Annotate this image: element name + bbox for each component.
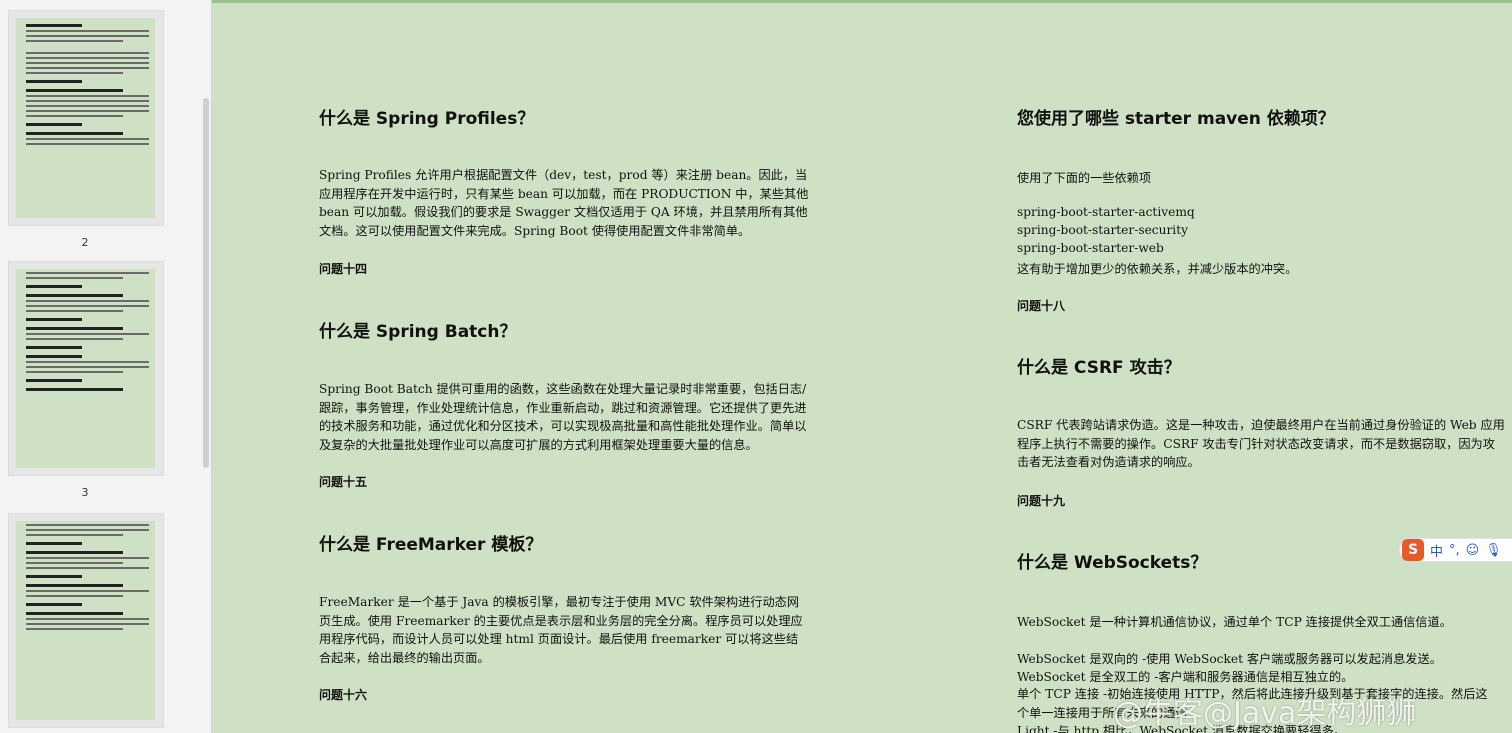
deps-summary: 这有助于增加更少的依赖关系，并减少版本的冲突。	[1017, 262, 1298, 276]
dependency-item: spring-boot-starter-activemq	[1017, 205, 1195, 219]
question-label-16: 问题十六	[319, 688, 368, 702]
page-edge	[212, 0, 1512, 3]
sogou-ime-icon[interactable]: S	[1402, 539, 1424, 561]
question-label-14: 问题十四	[319, 262, 368, 276]
heading-spring-batch: 什么是 Spring Batch？	[319, 322, 517, 342]
document-view: 什么是 Spring Profiles？ Spring Profiles 允许用…	[212, 0, 1512, 733]
thumbnail-preview	[16, 521, 155, 720]
dependency-item: spring-boot-starter-web	[1017, 241, 1164, 255]
page-number-3: 3	[81, 486, 89, 499]
paragraph-spring-batch: Spring Boot Batch 提供可重用的函数，这些函数在处理大量记录时非…	[319, 382, 807, 452]
ime-punctuation-toggle[interactable]: °,	[1449, 543, 1460, 558]
paragraph-freemarker: FreeMarker 是一个基于 Java 的模板引擎，最初专注于使用 MVC …	[319, 595, 803, 665]
websocket-point: WebSocket 是双向的 -使用 WebSocket 客户端或服务器可以发起…	[1017, 652, 1442, 666]
page-thumbnail-3[interactable]	[8, 261, 164, 476]
heading-freemarker: 什么是 FreeMarker 模板？	[319, 535, 543, 555]
deps-intro: 使用了下面的一些依赖项	[1017, 171, 1152, 185]
emoji-icon[interactable]: ☺	[1466, 543, 1480, 558]
page-thumbnail-2[interactable]	[8, 10, 164, 226]
question-label-19: 问题十九	[1017, 494, 1066, 508]
question-label-15: 问题十五	[319, 475, 368, 489]
heading-websockets: 什么是 WebSockets？	[1017, 553, 1208, 573]
thumbnail-preview	[16, 18, 155, 218]
ime-mode-toggle[interactable]: 中	[1430, 541, 1443, 560]
websocket-definition: WebSocket 是一种计算机通信协议，通过单个 TCP 连接提供全双工通信信…	[1017, 615, 1452, 629]
question-label-18: 问题十八	[1017, 299, 1066, 313]
watermark: @牛客@Java架构狮狮	[1113, 696, 1417, 731]
sidebar-scrollbar[interactable]	[203, 98, 209, 468]
websocket-point: WebSocket 是全双工的 -客户端和服务器通信是相互独立的。	[1017, 670, 1354, 684]
thumbnail-sidebar: 2 3	[0, 0, 212, 733]
page-thumbnail-4[interactable]	[8, 513, 164, 728]
microphone-icon[interactable]: 🎙	[1485, 543, 1502, 558]
heading-csrf: 什么是 CSRF 攻击？	[1017, 358, 1181, 378]
thumbnail-preview	[16, 269, 155, 468]
heading-spring-profiles: 什么是 Spring Profiles？	[319, 109, 535, 129]
paragraph-csrf: CSRF 代表跨站请求伪造。这是一种攻击，迫使最终用户在当前通过身份验证的 We…	[1017, 418, 1505, 469]
ime-toolbar[interactable]: S 中 °, ☺ 🎙	[1399, 538, 1512, 562]
page-number-2: 2	[81, 236, 89, 249]
heading-starter-maven: 您使用了哪些 starter maven 依赖项？	[1017, 109, 1335, 129]
dependency-item: spring-boot-starter-security	[1017, 223, 1188, 237]
paragraph-spring-profiles: Spring Profiles 允许用户根据配置文件（dev，test，prod…	[319, 168, 809, 238]
